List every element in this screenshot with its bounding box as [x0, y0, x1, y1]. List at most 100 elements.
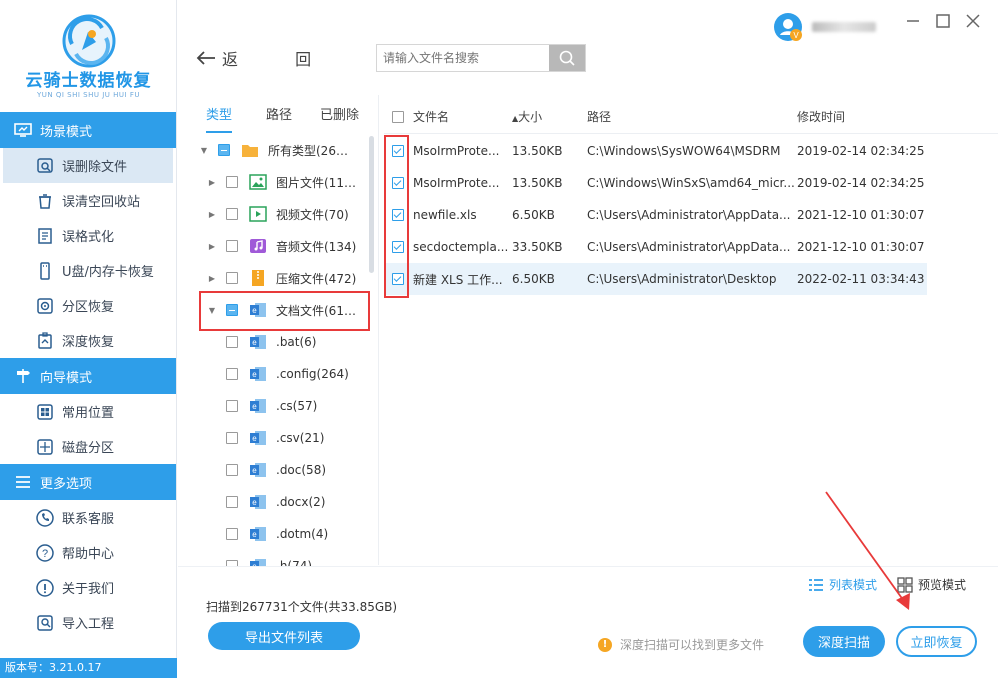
- tree-node[interactable]: ▶ 音频文件(134): [198, 230, 374, 262]
- user-info[interactable]: V: [774, 13, 876, 41]
- file-row[interactable]: MsoIrmProte... 13.50KB C:\Windows\WinSxS\a…: [384, 167, 927, 199]
- tree-checkbox[interactable]: [226, 336, 238, 348]
- nav-item-disk-partition[interactable]: 磁盘分区: [0, 429, 176, 464]
- avatar[interactable]: V: [774, 13, 802, 41]
- tree-node[interactable]: ▶ 图片文件(118...: [198, 166, 374, 198]
- nav-item-import-project[interactable]: 导入工程: [0, 605, 176, 640]
- recover-now-button[interactable]: 立即恢复: [896, 626, 977, 657]
- file-row[interactable]: 新建 XLS 工作... 6.50KB C:\Users\Administrator…: [384, 263, 927, 295]
- zip-file-icon: [249, 270, 267, 286]
- deep-scan-button[interactable]: 深度扫描: [803, 626, 885, 657]
- tree-node-label: 图片文件(118...: [276, 175, 360, 190]
- tab-type[interactable]: 类型: [206, 104, 233, 133]
- tree-checkbox[interactable]: [226, 464, 238, 476]
- tree-checkbox[interactable]: [226, 528, 238, 540]
- tree-checkbox[interactable]: [226, 400, 238, 412]
- nav-item-common-locations[interactable]: 常用位置: [0, 394, 176, 429]
- file-name: MsoIrmProte...: [413, 144, 500, 158]
- tree-node[interactable]: e .config(264): [198, 358, 374, 390]
- export-list-button[interactable]: 导出文件列表: [208, 622, 360, 650]
- tree-node[interactable]: e .doc(58): [198, 454, 374, 486]
- tree-node[interactable]: ▼ 所有类型(2677...: [198, 134, 374, 166]
- search-input[interactable]: [377, 45, 549, 71]
- tree-checkbox[interactable]: [226, 432, 238, 444]
- close-icon[interactable]: [966, 14, 980, 28]
- tree-checkbox[interactable]: [226, 272, 238, 284]
- caret-right-icon[interactable]: ▶: [206, 178, 218, 187]
- doc-file-icon: e: [249, 462, 267, 478]
- col-modified[interactable]: 修改时间: [797, 108, 927, 125]
- nav-label: 误格式化: [62, 230, 115, 245]
- nav-item-about-us[interactable]: 关于我们: [0, 570, 176, 605]
- file-path: C:\Users\Administrator\AppData...: [587, 240, 791, 254]
- file-name: MsoIrmProte...: [413, 176, 500, 190]
- file-size: 6.50KB: [512, 272, 555, 286]
- doc-file-icon: e: [249, 430, 267, 446]
- section-guide-mode: 向导模式: [0, 358, 176, 394]
- tab-deleted[interactable]: 已删除: [320, 104, 359, 133]
- tree-checkbox[interactable]: [226, 496, 238, 508]
- section-title: 场景模式: [40, 124, 93, 140]
- tree-node[interactable]: e .dotm(4): [198, 518, 374, 550]
- nav-item-format[interactable]: 误格式化: [0, 218, 176, 253]
- nav-label: 关于我们: [62, 582, 115, 597]
- caret-right-icon[interactable]: ▶: [206, 242, 218, 251]
- nav-item-usb-recovery[interactable]: U盘/内存卡恢复: [0, 253, 176, 288]
- select-all-checkbox[interactable]: [391, 110, 404, 123]
- logo-icon: [62, 14, 116, 68]
- doc-file-icon: e: [249, 398, 267, 414]
- tree-checkbox[interactable]: [226, 208, 238, 220]
- nav-item-partition-recovery[interactable]: 分区恢复: [0, 288, 176, 323]
- col-size[interactable]: ▲大小: [512, 108, 587, 125]
- file-modified: 2022-02-11 03:34:43: [797, 272, 925, 286]
- file-size: 6.50KB: [512, 208, 555, 222]
- back-button[interactable]: 返 回: [196, 46, 337, 70]
- maximize-icon[interactable]: [936, 14, 950, 28]
- file-row[interactable]: MsoIrmProte... 13.50KB C:\Windows\SysWOW64…: [384, 135, 927, 167]
- tree-checkbox[interactable]: [218, 144, 230, 156]
- tree-checkbox[interactable]: [226, 368, 238, 380]
- tree-scrollbar[interactable]: [369, 136, 374, 273]
- tree-node[interactable]: ▶ 压缩文件(472): [198, 262, 374, 294]
- svg-text:e: e: [252, 498, 257, 507]
- disk-icon: [36, 438, 54, 456]
- tree-node-label: .dotm(4): [276, 527, 329, 541]
- image-file-icon: [249, 174, 267, 190]
- highlight-box-checkboxes: [384, 135, 409, 298]
- doc-file-icon: e: [249, 526, 267, 542]
- col-name[interactable]: 文件名: [411, 108, 512, 125]
- back-label: 返 回: [222, 50, 338, 69]
- tree-node[interactable]: e .csv(21): [198, 422, 374, 454]
- col-path[interactable]: 路径: [587, 108, 797, 125]
- nav-item-contact-support[interactable]: 联系客服: [0, 500, 176, 535]
- file-row[interactable]: secdoctempla... 33.50KB C:\Users\Administr…: [384, 231, 927, 263]
- caret-right-icon[interactable]: ▶: [206, 210, 218, 219]
- nav-label: 分区恢复: [62, 300, 115, 315]
- tree-node-label: 视频文件(70): [276, 207, 349, 222]
- nav-label: 常用位置: [62, 406, 115, 421]
- tree-node[interactable]: e .cs(57): [198, 390, 374, 422]
- tree-checkbox[interactable]: [226, 240, 238, 252]
- section-title: 更多选项: [40, 476, 93, 492]
- search-button[interactable]: [549, 45, 585, 71]
- nav-item-deep-recovery[interactable]: 深度恢复: [0, 323, 176, 358]
- caret-right-icon[interactable]: ▶: [206, 274, 218, 283]
- caret-down-icon[interactable]: ▼: [198, 146, 210, 155]
- annotation-arrow: [825, 491, 910, 610]
- tree-node-label: .doc(58): [276, 463, 327, 477]
- svg-text:e: e: [252, 530, 257, 539]
- tree-checkbox[interactable]: [226, 176, 238, 188]
- tree-node[interactable]: ▶ 视频文件(70): [198, 198, 374, 230]
- nav-item-recycle-bin[interactable]: 误清空回收站: [0, 183, 176, 218]
- file-row[interactable]: newfile.xls 6.50KB C:\Users\Administrator\…: [384, 199, 927, 231]
- tree-node[interactable]: e .h(74): [198, 550, 374, 566]
- tree-node-label: .docx(2): [276, 495, 326, 509]
- nav-item-help-center[interactable]: ? 帮助中心: [0, 535, 176, 570]
- app-subtitle: YUN QI SHI SHU JU HUI FU: [37, 91, 140, 99]
- tab-path[interactable]: 路径: [266, 104, 292, 133]
- tree-node[interactable]: e .docx(2): [198, 486, 374, 518]
- menu-icon: [14, 474, 32, 490]
- search-icon: [559, 50, 575, 66]
- nav-item-deleted-files[interactable]: 误删除文件: [3, 148, 173, 183]
- minimize-icon[interactable]: [906, 14, 920, 28]
